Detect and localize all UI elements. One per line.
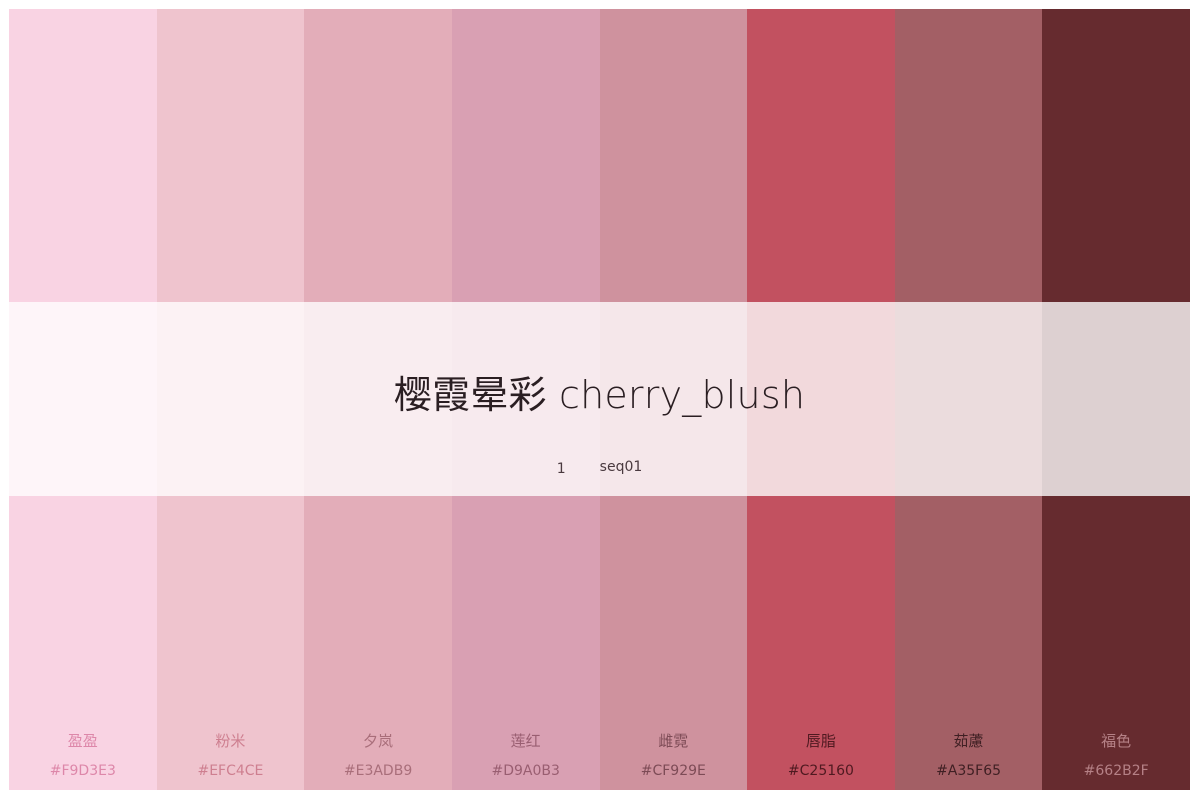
- palette-meta: 1 seq01: [9, 458, 1190, 477]
- palette-title: 樱霞晕彩 cherry_blush: [393, 373, 806, 417]
- swatch-hex-code: #EFC4CE: [197, 763, 264, 779]
- swatch-name: 莲红: [510, 732, 541, 750]
- swatch-hex-code: #A35F65: [936, 763, 1002, 779]
- swatch-name: 盈盈: [67, 732, 98, 750]
- palette-index: 1: [556, 461, 566, 477]
- swatch-hex-code: #F9D3E3: [49, 763, 116, 779]
- swatch-hex-code: #D9A0B3: [491, 763, 560, 779]
- swatch-hex-code: #E3ADB9: [343, 763, 413, 779]
- swatch-name: 茹藘: [953, 732, 984, 750]
- swatch-hex-code: #C25160: [787, 763, 854, 779]
- swatch-name: 粉米: [215, 732, 246, 750]
- swatch-name: 福色: [1101, 732, 1132, 750]
- swatch-name: 唇脂: [805, 732, 836, 750]
- swatch-hex-code: #662B2F: [1083, 763, 1149, 779]
- title-overlay: 樱霞晕彩 cherry_blush 1 seq01: [9, 302, 1190, 496]
- swatch-name: 夕岚: [363, 732, 394, 750]
- palette-sequence: seq01: [599, 459, 643, 475]
- swatch-hex-code: #CF929E: [640, 763, 706, 779]
- swatch-name: 雌霓: [658, 732, 689, 750]
